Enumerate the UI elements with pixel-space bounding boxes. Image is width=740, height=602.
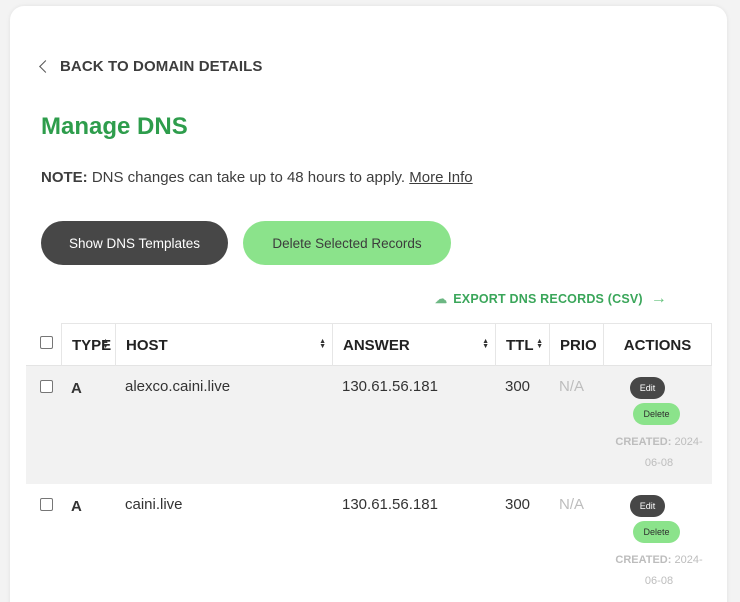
record-host: alexco.caini.live [125, 378, 231, 395]
record-prio: N/A [559, 378, 585, 395]
created-label: CREATED: [615, 554, 672, 566]
column-header-prio: PRIO [549, 323, 603, 366]
table-header: TYPE ▲ ▼ HOST ▲ ▼ ANSWER ▲ ▼ TTL ▲ ▼ PRIO AC… [26, 323, 712, 366]
record-answer: 130.61.56.181 [342, 496, 438, 513]
more-info-link[interactable]: More Info [409, 169, 472, 186]
dns-records-table: TYPE ▲ ▼ HOST ▲ ▼ ANSWER ▲ ▼ TTL ▲ ▼ PRIO AC… [26, 323, 712, 602]
table-row: A caini.live 130.61.56.181 300 N/A Edit … [26, 484, 712, 602]
record-type: A [71, 498, 82, 515]
back-to-domain-link[interactable]: BACK TO DOMAIN DETAILS [39, 58, 263, 75]
record-ttl: 300 [505, 378, 531, 395]
delete-button[interactable]: Delete [633, 521, 680, 543]
select-all-checkbox[interactable] [40, 336, 53, 349]
record-ttl: 300 [505, 496, 531, 513]
sort-icon: ▲ ▼ [102, 338, 109, 350]
edit-button[interactable]: Edit [630, 377, 665, 399]
column-header-answer-label: ANSWER [343, 336, 410, 354]
sort-icon: ▲ ▼ [319, 338, 326, 350]
delete-selected-records-button[interactable]: Delete Selected Records [243, 221, 451, 265]
edit-button[interactable]: Edit [630, 495, 665, 517]
arrow-right-icon: → [650, 290, 667, 307]
column-header-ttl[interactable]: TTL ▲ ▼ [495, 323, 549, 366]
row-checkbox[interactable] [40, 498, 53, 511]
sort-icon: ▲ ▼ [536, 338, 543, 350]
record-type: A [71, 380, 82, 397]
export-dns-csv-link[interactable]: ☁ EXPORT DNS RECORDS (CSV) → [435, 290, 667, 308]
created-date: CREATED: 2024-06-08 [613, 432, 705, 474]
note-text: DNS changes can take up to 48 hours to a… [87, 169, 410, 186]
column-header-host[interactable]: HOST ▲ ▼ [115, 323, 332, 366]
column-header-prio-label: PRIO [560, 336, 597, 354]
record-prio: N/A [559, 496, 585, 513]
sort-icon: ▲ ▼ [482, 338, 489, 350]
show-dns-templates-button[interactable]: Show DNS Templates [41, 221, 228, 265]
column-header-answer[interactable]: ANSWER ▲ ▼ [332, 323, 495, 366]
created-date: CREATED: 2024-06-08 [613, 550, 705, 592]
column-header-type[interactable]: TYPE ▲ ▼ [61, 323, 115, 366]
record-host: caini.live [125, 496, 183, 513]
dns-card: BACK TO DOMAIN DETAILS Manage DNS NOTE: … [10, 6, 727, 602]
chevron-left-icon [39, 59, 52, 73]
delete-button[interactable]: Delete [633, 403, 680, 425]
record-answer: 130.61.56.181 [342, 378, 438, 395]
column-header-actions: ACTIONS [603, 323, 712, 366]
cloud-download-icon: ☁ [435, 292, 448, 306]
table-row: A alexco.caini.live 130.61.56.181 300 N/… [26, 366, 712, 484]
column-header-host-label: HOST [126, 336, 168, 354]
created-label: CREATED: [615, 436, 672, 448]
column-header-actions-label: ACTIONS [623, 336, 692, 354]
export-label: EXPORT DNS RECORDS (CSV) [453, 292, 643, 306]
column-header-ttl-label: TTL [506, 336, 534, 354]
page-title: Manage DNS [41, 113, 188, 140]
back-link-label: BACK TO DOMAIN DETAILS [60, 58, 263, 75]
dns-note: NOTE: DNS changes can take up to 48 hour… [41, 169, 473, 186]
row-checkbox[interactable] [40, 380, 53, 393]
note-label: NOTE: [41, 169, 88, 186]
